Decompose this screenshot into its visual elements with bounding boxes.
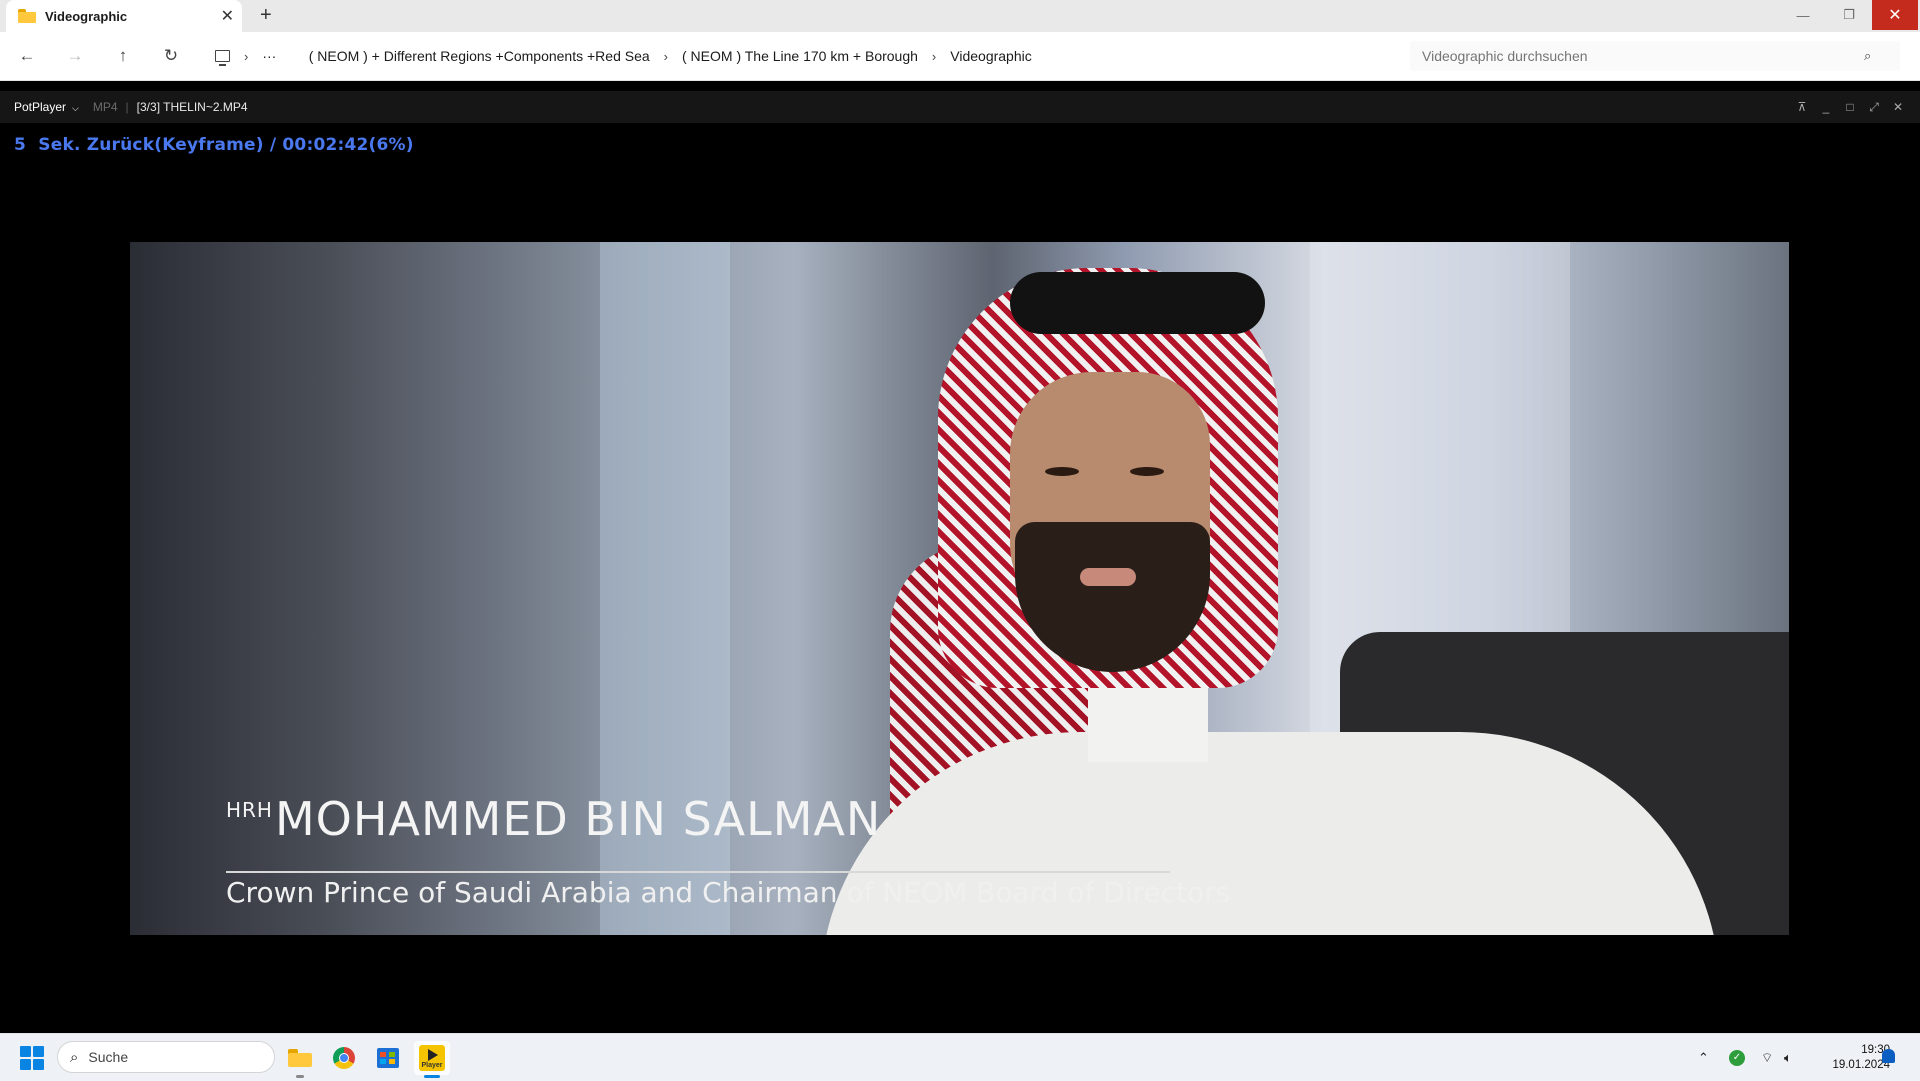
potplayer-app[interactable]: Player bbox=[414, 1041, 450, 1078]
fullscreen-icon[interactable]: ⤢ bbox=[1862, 91, 1886, 123]
breadcrumb: › ··· › ( NEOM ) + Different Regions +Co… bbox=[205, 41, 1400, 71]
chevron-right-icon[interactable]: › bbox=[664, 49, 668, 64]
file-explorer-icon bbox=[288, 1049, 312, 1067]
breadcrumb-item-current[interactable]: Videographic bbox=[950, 48, 1031, 64]
minimize-icon[interactable]: — bbox=[1780, 0, 1826, 30]
chevron-right-icon[interactable]: › bbox=[244, 49, 248, 64]
search-icon: ⌕ bbox=[70, 1048, 79, 1066]
clock-time: 19:30 bbox=[1861, 1044, 1890, 1056]
divider: | bbox=[125, 100, 129, 114]
search-input[interactable] bbox=[1420, 47, 1864, 65]
back-arrow-icon[interactable]: ← bbox=[14, 44, 40, 68]
clock-date: 19.01.2024 bbox=[1832, 1059, 1890, 1071]
lower-third-rule bbox=[226, 871, 1170, 873]
folder-icon bbox=[18, 9, 36, 23]
forward-arrow-icon[interactable]: → bbox=[62, 44, 88, 68]
breadcrumb-item[interactable]: ( NEOM ) + Different Regions +Components… bbox=[309, 48, 650, 64]
chevron-up-icon[interactable]: ⌃ bbox=[1698, 1034, 1709, 1081]
system-clock[interactable]: 19:30 19.01.2024 bbox=[1810, 1043, 1890, 1073]
potplayer-menu-label: PotPlayer bbox=[14, 100, 67, 114]
potplayer-menu-button[interactable]: PotPlayer ⌵ bbox=[0, 100, 87, 114]
taskbar-search-label: Suche bbox=[88, 1049, 129, 1065]
chrome-app[interactable] bbox=[326, 1041, 362, 1075]
close-icon[interactable]: ✕ bbox=[1886, 91, 1910, 123]
active-indicator bbox=[424, 1075, 440, 1078]
format-label: MP4 bbox=[92, 100, 118, 114]
taskbar: ⌕ Suche Player ⌃ ✓ ⌔ 🔈︎ 19:30 19.01.2024 bbox=[0, 1033, 1920, 1081]
window-close-button[interactable]: ✕ bbox=[1872, 0, 1918, 30]
breadcrumb-item[interactable]: ( NEOM ) The Line 170 km + Borough bbox=[682, 48, 918, 64]
store-app[interactable] bbox=[370, 1041, 406, 1075]
eye bbox=[1045, 467, 1079, 476]
explorer-tab[interactable]: Videographic ✕ bbox=[6, 0, 242, 32]
letterbox-right bbox=[1789, 123, 1920, 1033]
person-name: MOHAMMED BIN SALMAN bbox=[274, 792, 882, 846]
running-indicator bbox=[296, 1075, 304, 1078]
pin-icon[interactable]: ⊼ bbox=[1790, 91, 1814, 123]
eye bbox=[1130, 467, 1164, 476]
lower-third-name: HRHMOHAMMED BIN SALMAN bbox=[226, 792, 881, 846]
explorer-address-bar: ← → ↑ ↻ › ··· › ( NEOM ) + Different Reg… bbox=[0, 32, 1920, 81]
osd-seek-message: 5 Sek. Zurück(Keyframe) / 00:02:42(6%) bbox=[14, 135, 414, 155]
up-arrow-icon[interactable]: ↑ bbox=[110, 44, 136, 68]
search-icon[interactable]: ⌕ bbox=[1864, 48, 1871, 64]
wifi-icon[interactable]: ⌔ bbox=[1761, 1034, 1773, 1081]
lower-third-subtitle: Crown Prince of Saudi Arabia and Chairma… bbox=[226, 876, 1231, 909]
potplayer-title-bar: PotPlayer ⌵ MP4 | [3/3] THELIN~2.MP4 ⊼ _ … bbox=[0, 91, 1920, 123]
windows-start-icon[interactable] bbox=[20, 1046, 44, 1070]
restore-icon[interactable]: ❐ bbox=[1826, 0, 1872, 30]
mouth bbox=[1080, 568, 1136, 586]
honorific: HRH bbox=[226, 798, 273, 822]
file-explorer-app[interactable] bbox=[282, 1041, 318, 1078]
refresh-icon[interactable]: ↻ bbox=[158, 44, 184, 68]
explorer-search-box[interactable]: ⌕ bbox=[1410, 41, 1900, 71]
breadcrumb-overflow[interactable]: ··· bbox=[262, 48, 276, 64]
chevron-down-icon: ⌵ bbox=[72, 103, 79, 113]
maximize-icon[interactable]: □ bbox=[1838, 91, 1862, 123]
file-title: [3/3] THELIN~2.MP4 bbox=[136, 100, 248, 114]
video-frame[interactable]: HRHMOHAMMED BIN SALMAN Crown Prince of S… bbox=[130, 242, 1789, 935]
tab-close-icon[interactable]: ✕ bbox=[221, 6, 234, 26]
store-icon bbox=[377, 1048, 399, 1068]
taskbar-search[interactable]: ⌕ Suche bbox=[57, 1041, 275, 1073]
potplayer-icon-label: Player bbox=[421, 1062, 443, 1069]
chrome-icon bbox=[333, 1047, 355, 1069]
this-pc-icon[interactable] bbox=[215, 50, 230, 66]
volume-icon[interactable]: 🔈︎ bbox=[1784, 1034, 1792, 1081]
agal bbox=[1010, 272, 1265, 334]
potplayer-icon: Player bbox=[419, 1045, 445, 1071]
letterbox-left bbox=[0, 123, 130, 1033]
minimize-icon[interactable]: _ bbox=[1814, 91, 1838, 123]
new-tab-button[interactable]: + bbox=[260, 4, 272, 27]
explorer-tab-strip: Videographic ✕ + — ❐ ✕ bbox=[0, 0, 1920, 32]
security-icon[interactable]: ✓ bbox=[1729, 1034, 1745, 1081]
tab-title: Videographic bbox=[45, 8, 128, 24]
notification-bell-icon[interactable] bbox=[1882, 1049, 1895, 1063]
chevron-right-icon[interactable]: › bbox=[932, 49, 936, 64]
